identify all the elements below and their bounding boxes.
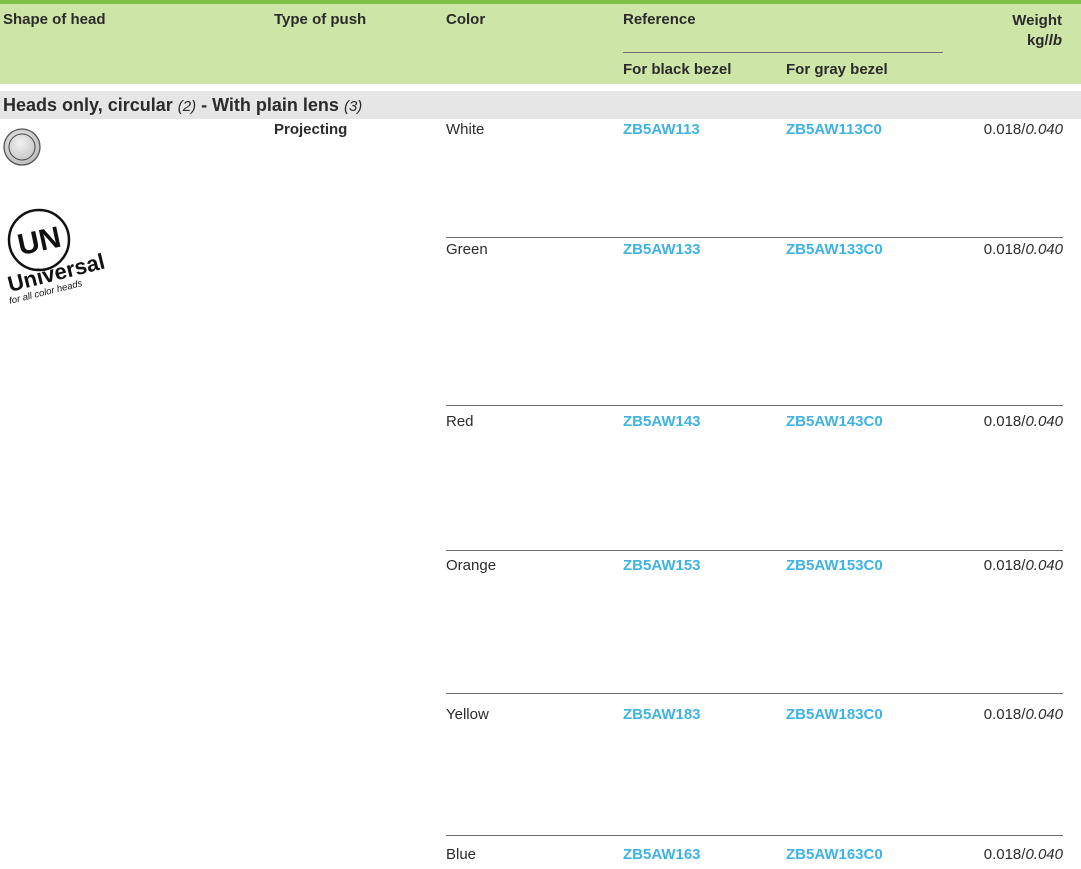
row-color: White [446, 121, 485, 138]
ref-gray-bezel[interactable]: ZB5AW153C0 [786, 557, 883, 574]
weight-lb: 0.040 [1025, 557, 1063, 574]
weight-kg: 0.018/ [983, 706, 1026, 723]
weight-kg: 0.018/ [983, 241, 1026, 258]
weight-kg: 0.018/ [983, 557, 1026, 574]
row-divider [446, 550, 1063, 551]
row-divider [446, 693, 1063, 694]
header-color: Color [446, 11, 486, 28]
ref-gray-bezel[interactable]: ZB5AW183C0 [786, 706, 883, 723]
ref-black-bezel[interactable]: ZB5AW143 [623, 413, 701, 430]
row-weight: 0.018/0.040 [943, 846, 1063, 863]
weight-lb: 0.040 [1025, 706, 1063, 723]
row-divider [446, 835, 1063, 836]
weight-lb: 0.040 [1025, 241, 1063, 258]
row-weight: 0.018/0.040 [943, 241, 1063, 258]
section-note-2: (2) [177, 98, 197, 115]
ref-black-bezel[interactable]: ZB5AW183 [623, 706, 701, 723]
row-color: Yellow [446, 706, 489, 723]
weight-lb: 0.040 [1025, 413, 1063, 430]
ref-black-bezel[interactable]: ZB5AW133 [623, 241, 701, 258]
weight-kg: 0.018/ [983, 413, 1026, 430]
ref-black-bezel[interactable]: ZB5AW163 [623, 846, 701, 863]
ref-black-bezel[interactable]: ZB5AW153 [623, 557, 701, 574]
push-type-projecting: Projecting [274, 121, 348, 138]
weight-kg: 0.018/ [983, 121, 1026, 138]
header-weight-unit-kg: kg/ [1026, 32, 1049, 49]
row-weight: 0.018/0.040 [943, 706, 1063, 723]
row-divider [446, 237, 1063, 238]
reference-divider [623, 52, 943, 53]
section-title-lens: - With plain lens [196, 95, 339, 115]
section-title-main: Heads only, circular [3, 95, 173, 115]
table-header [0, 4, 1081, 84]
section-title: Heads only, circular (2) - With plain le… [3, 95, 362, 116]
section-note-3: (3) [343, 98, 363, 115]
header-reference: Reference [623, 11, 696, 28]
header-weight: Weight kg/lb [980, 11, 1062, 51]
header-type-of-push: Type of push [274, 11, 367, 28]
weight-kg: 0.018/ [983, 846, 1026, 863]
row-weight: 0.018/0.040 [943, 557, 1063, 574]
header-shape-of-head: Shape of head [3, 11, 106, 28]
ref-black-bezel[interactable]: ZB5AW113 [623, 121, 700, 138]
weight-lb: 0.040 [1025, 121, 1063, 138]
ref-gray-bezel[interactable]: ZB5AW133C0 [786, 241, 883, 258]
header-for-black-bezel: For black bezel [623, 61, 732, 78]
header-weight-unit-lb: lb [1048, 32, 1062, 49]
ref-gray-bezel[interactable]: ZB5AW143C0 [786, 413, 883, 430]
ref-gray-bezel[interactable]: ZB5AW113C0 [786, 121, 882, 138]
weight-lb: 0.040 [1025, 846, 1063, 863]
universal-logo: UN Universal for all color heads [5, 208, 107, 306]
header-for-gray-bezel: For gray bezel [786, 61, 888, 78]
row-color: Blue [446, 846, 477, 863]
row-weight: 0.018/0.040 [943, 121, 1063, 138]
row-weight: 0.018/0.040 [943, 413, 1063, 430]
row-color: Orange [446, 557, 497, 574]
circular-head-icon [3, 128, 41, 166]
row-color: Red [446, 413, 474, 430]
row-color: Green [446, 241, 488, 258]
ref-gray-bezel[interactable]: ZB5AW163C0 [786, 846, 883, 863]
header-weight-label: Weight [1012, 12, 1062, 29]
row-divider [446, 405, 1063, 406]
